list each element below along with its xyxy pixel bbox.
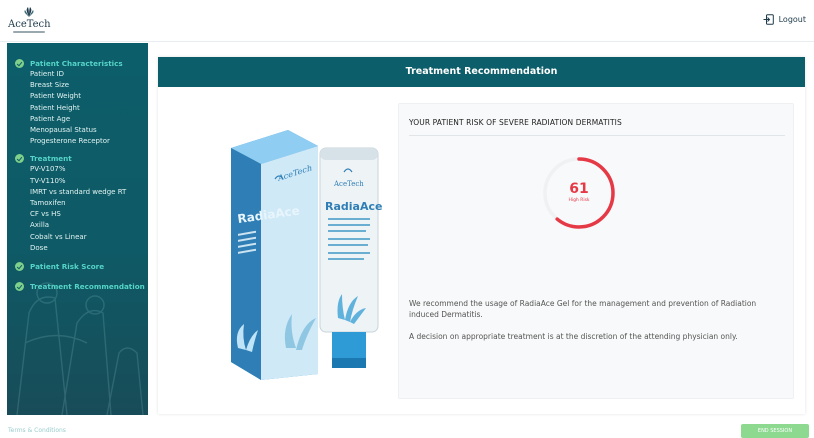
sidebar-menu: Patient Characteristics Patient ID Breas… — [7, 58, 148, 292]
tube-product-name: RadiaAce — [325, 200, 382, 213]
sidebar-item-tv-v110[interactable]: TV-V110% — [30, 176, 148, 187]
sidebar-group-patient-characteristics: Patient Characteristics Patient ID Breas… — [7, 58, 148, 147]
sidebar-item-imrt[interactable]: IMRT vs standard wedge RT — [30, 187, 148, 198]
card-title: Treatment Recommendation — [158, 57, 805, 87]
radiaace-product-image: AceTech RadiaAce AceTech RadiaAce — [231, 130, 382, 380]
tube-brand: AceTech — [333, 180, 364, 188]
recommendation-text: We recommend the usage of RadiaAce Gel f… — [409, 299, 757, 319]
sidebar-item-patient-id[interactable]: Patient ID — [30, 69, 148, 80]
sidebar-item-breast-size[interactable]: Breast Size — [30, 80, 148, 91]
risk-score: 61 — [569, 181, 589, 197]
leaf-logo-icon — [24, 7, 34, 17]
sidebar-item-cobalt-vs-linear[interactable]: Cobalt vs Linear — [30, 232, 148, 243]
sidebar-group-patient-risk-score: Patient Risk Score — [7, 261, 148, 272]
terms-link[interactable]: Terms & Conditions — [8, 427, 66, 434]
sidebar-group-title[interactable]: Patient Characteristics — [15, 58, 148, 69]
sidebar-item-patient-age[interactable]: Patient Age — [30, 114, 148, 125]
sidebar-item-progesterone-receptor[interactable]: Progesterone Receptor — [30, 136, 148, 147]
sidebar-item-axilla[interactable]: Axilla — [30, 220, 148, 231]
logout-button[interactable]: Logout — [763, 14, 806, 25]
sidebar-item-patient-weight[interactable]: Patient Weight — [30, 91, 148, 102]
sidebar-group-title[interactable]: Patient Risk Score — [15, 261, 148, 272]
risk-panel: YOUR PATIENT RISK OF SEVERE RADIATION DE… — [398, 103, 794, 399]
sidebar-group-treatment-recommendation: Treatment Recommendation — [7, 281, 148, 292]
brand-name: AceTech — [8, 19, 51, 30]
sidebar-item-pv-v107[interactable]: PV-V107% — [30, 164, 148, 175]
acetech-logo[interactable]: AceTech — [8, 6, 51, 38]
check-circle-icon — [15, 262, 24, 272]
sidebar-item-cf-vs-hs[interactable]: CF vs HS — [30, 209, 148, 220]
sidebar-item-menopausal-status[interactable]: Menopausal Status — [30, 125, 148, 136]
sidebar-item-tamoxifen[interactable]: Tamoxifen — [30, 198, 148, 209]
risk-level: High Risk — [568, 198, 590, 203]
top-bar: AceTech Logout — [0, 0, 814, 42]
sidebar-group-title[interactable]: Treatment Recommendation — [15, 281, 148, 292]
check-circle-icon — [15, 154, 24, 164]
logout-icon — [763, 14, 774, 25]
sidebar-group-treatment: Treatment PV-V107% TV-V110% IMRT vs stan… — [7, 153, 148, 254]
check-circle-icon — [15, 282, 24, 292]
sidebar-nav: Patient Characteristics Patient ID Breas… — [7, 43, 148, 415]
sidebar-group-title[interactable]: Treatment — [15, 153, 148, 164]
end-session-button[interactable]: END SESSION — [741, 424, 809, 438]
brand-tagline — [13, 31, 45, 33]
divider — [409, 135, 785, 136]
disclaimer-text: A decision on appropriate treatment is a… — [409, 332, 738, 341]
sidebar-item-patient-height[interactable]: Patient Height — [30, 103, 148, 114]
check-circle-icon — [15, 59, 24, 68]
risk-heading: YOUR PATIENT RISK OF SEVERE RADIATION DE… — [409, 118, 622, 127]
sidebar-item-dose[interactable]: Dose — [30, 243, 148, 254]
logout-label: Logout — [778, 15, 806, 24]
